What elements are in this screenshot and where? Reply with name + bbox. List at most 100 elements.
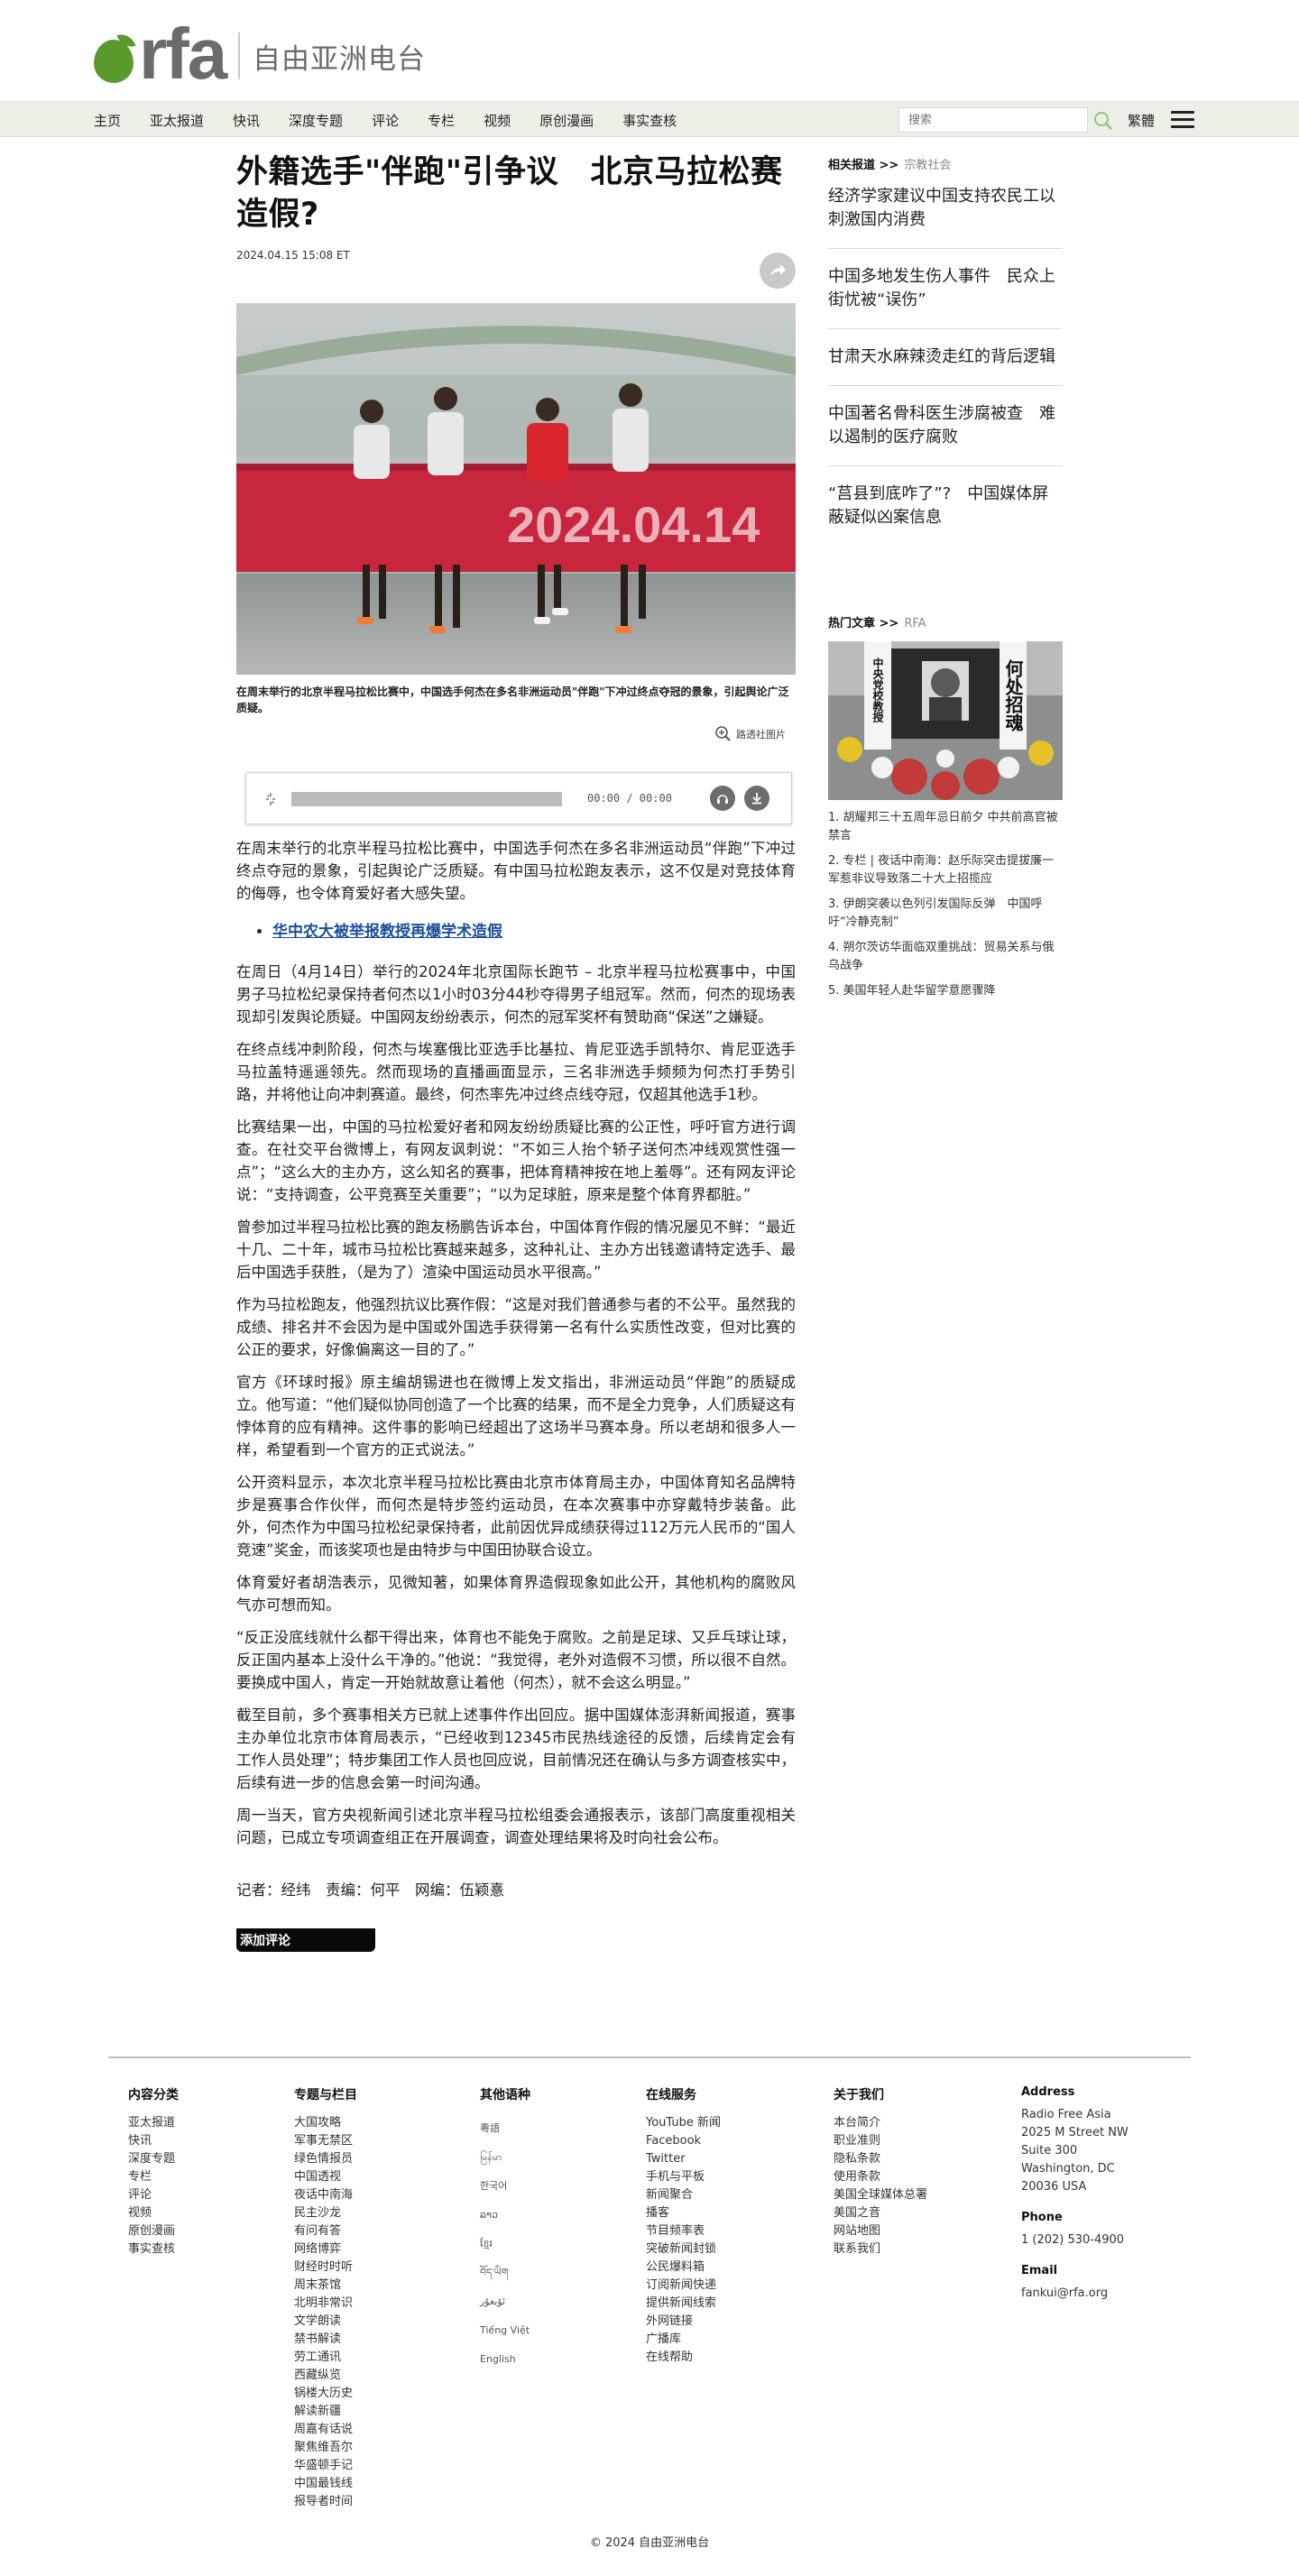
related-reports-tag[interactable]: 宗教社会 (904, 159, 951, 172)
footer-link[interactable]: 公民爆料箱 (646, 2259, 721, 2277)
footer-link[interactable]: 原创漫画 (128, 2222, 179, 2240)
footer-link[interactable]: 隐私条款 (834, 2150, 927, 2168)
audio-progress-bar[interactable] (291, 792, 562, 806)
footer-link[interactable]: 周末茶馆 (294, 2277, 357, 2295)
footer-link[interactable]: 事实查核 (128, 2240, 179, 2259)
footer-link[interactable]: 周嘉有话说 (294, 2421, 357, 2439)
footer-link[interactable]: 评论 (128, 2186, 179, 2204)
nav-item[interactable]: 专栏 (428, 111, 455, 130)
footer-link[interactable]: 中国最钱线 (294, 2475, 357, 2493)
share-button[interactable] (760, 253, 796, 289)
footer-link[interactable]: 军事无禁区 (294, 2132, 357, 2150)
footer-link[interactable]: བོད་ཡིག (480, 2259, 530, 2287)
popular-article-link[interactable]: 5. 美国年轻人赴华留学意愿骤降 (828, 982, 1063, 1000)
footer-link[interactable]: Twitter (646, 2150, 721, 2168)
footer-link[interactable]: YouTube 新闻 (646, 2114, 721, 2132)
footer-link[interactable]: Facebook (646, 2132, 721, 2150)
footer-link[interactable]: Tiếng Việt (480, 2316, 530, 2345)
footer-link[interactable]: 订阅新闻快递 (646, 2277, 721, 2295)
footer-link[interactable]: 聚焦维吾尔 (294, 2439, 357, 2457)
footer-link[interactable]: 美国全球媒体总署 (834, 2186, 927, 2204)
nav-item[interactable]: 快讯 (233, 111, 260, 130)
footer-link[interactable]: 粵語 (480, 2114, 530, 2143)
footer-link[interactable]: 绿色情报员 (294, 2150, 357, 2168)
footer-link[interactable]: 한국어 (480, 2172, 530, 2201)
footer-link[interactable]: 北明非常识 (294, 2295, 357, 2313)
footer-link[interactable]: 民主沙龙 (294, 2204, 357, 2222)
footer-link[interactable]: 专栏 (128, 2168, 179, 2186)
related-report-link[interactable]: 经济学家建议中国支持农民工以刺激国内消费 (828, 185, 1063, 249)
footer-link[interactable]: 网站地图 (834, 2222, 927, 2240)
footer-link[interactable]: 网络博弈 (294, 2240, 357, 2259)
footer-link[interactable]: 突破新闻封锁 (646, 2240, 721, 2259)
add-comment-button[interactable]: 添加评论 (236, 1928, 375, 1952)
site-logo[interactable]: rfa 自由亚洲电台 (92, 18, 426, 90)
footer-link[interactable]: 视频 (128, 2204, 179, 2222)
hamburger-menu-icon[interactable] (1171, 111, 1194, 131)
footer-link[interactable]: 快讯 (128, 2132, 179, 2150)
footer-link[interactable]: 节目频率表 (646, 2222, 721, 2240)
footer-link[interactable]: 提供新闻线索 (646, 2295, 721, 2313)
popular-articles-tag[interactable]: RFA (904, 617, 926, 630)
popular-articles-title[interactable]: 热门文章 >> (828, 617, 898, 630)
footer-link[interactable]: 禁书解读 (294, 2331, 357, 2349)
footer-link[interactable]: 亚太报道 (128, 2114, 179, 2132)
related-report-link[interactable]: “莒县到底咋了”? 中国媒体屏蔽疑似凶案信息 (828, 483, 1063, 546)
traditional-chinese-toggle[interactable]: 繁體 (1128, 111, 1155, 130)
search-button[interactable] (1092, 109, 1115, 133)
zoom-photo-link[interactable]: 路透社图片 (714, 725, 786, 743)
email-address[interactable]: fankui@rfa.org (1021, 2285, 1129, 2303)
footer-link[interactable]: 职业准则 (834, 2132, 927, 2150)
nav-item[interactable]: 主页 (94, 111, 121, 130)
popular-article-link[interactable]: 4. 朔尔茨访华面临双重挑战：贸易关系与俄乌战争 (828, 939, 1063, 975)
nav-item[interactable]: 深度专题 (289, 111, 343, 130)
footer-link[interactable]: ខ្មែរ (480, 2230, 530, 2259)
nav-item[interactable]: 原创漫画 (539, 111, 594, 130)
footer-link[interactable]: 本台简介 (834, 2114, 927, 2132)
footer-link[interactable]: ລາວ (480, 2201, 530, 2230)
footer-link[interactable]: မြန်မာ (480, 2143, 530, 2172)
footer-link[interactable]: 使用条款 (834, 2168, 927, 2186)
footer-link[interactable]: ئۇيغۇر (480, 2287, 530, 2316)
footer-link[interactable]: 锅楼大历史 (294, 2385, 357, 2403)
search-input[interactable] (898, 107, 1088, 133)
related-reports-title[interactable]: 相关报道 >> (828, 159, 898, 172)
footer-link[interactable]: 有问有答 (294, 2222, 357, 2240)
footer-link[interactable]: 广播库 (646, 2331, 721, 2349)
audio-loading-icon[interactable] (264, 791, 277, 807)
nav-item[interactable]: 评论 (372, 111, 399, 130)
footer-link[interactable]: 西藏纵览 (294, 2367, 357, 2385)
popular-article-link[interactable]: 1. 胡耀邦三十五周年忌日前夕 中共前高官被禁言 (828, 809, 1063, 845)
footer-link[interactable]: 劳工通讯 (294, 2349, 357, 2367)
popular-article-link[interactable]: 2. 专栏 | 夜话中南海：赵乐际突击提拔廉一军惹非议导致落二十大上招揽应 (828, 852, 1063, 888)
related-report-link[interactable]: 甘肃天水麻辣烫走红的背后逻辑 (828, 345, 1063, 386)
footer-link[interactable]: 联系我们 (834, 2240, 927, 2259)
footer-link[interactable]: English (480, 2345, 530, 2374)
podcast-button[interactable] (710, 786, 735, 811)
footer-link[interactable]: 文学朗读 (294, 2313, 357, 2331)
phone-number[interactable]: 1 (202) 530-4900 (1021, 2231, 1129, 2249)
nav-item[interactable]: 视频 (484, 111, 511, 130)
footer-link[interactable]: 美国之音 (834, 2204, 927, 2222)
article-photo[interactable]: 2024.04.14 (236, 303, 796, 675)
footer-link[interactable]: 在线帮助 (646, 2349, 721, 2367)
related-report-link[interactable]: 中国多地发生伤人事件 民众上街忧被“误伤” (828, 265, 1063, 329)
footer-link[interactable]: 中国透视 (294, 2168, 357, 2186)
nav-item[interactable]: 事实查核 (622, 111, 677, 130)
related-report-link[interactable]: 中国著名骨科医生涉腐被查 难以遏制的医疗腐败 (828, 402, 1063, 466)
footer-link[interactable]: 夜话中南海 (294, 2186, 357, 2204)
footer-link[interactable]: 深度专题 (128, 2150, 179, 2168)
footer-link[interactable]: 播客 (646, 2204, 721, 2222)
footer-link[interactable]: 解读新疆 (294, 2403, 357, 2421)
footer-link[interactable]: 华盛顿手记 (294, 2457, 357, 2475)
inline-related-link[interactable]: 华中农大被举报教授再爆学术造假 (272, 923, 502, 941)
footer-link[interactable]: 外网链接 (646, 2313, 721, 2331)
download-button[interactable] (744, 786, 769, 811)
nav-item[interactable]: 亚太报道 (150, 111, 204, 130)
popular-article-link[interactable]: 3. 伊朗突袭以色列引发国际反弹 中国呼吁“冷静克制” (828, 896, 1063, 932)
footer-link[interactable]: 手机与平板 (646, 2168, 721, 2186)
footer-link[interactable]: 大国攻略 (294, 2114, 357, 2132)
footer-link[interactable]: 财经时时听 (294, 2259, 357, 2277)
footer-link[interactable]: 报导者时间 (294, 2493, 357, 2511)
footer-link[interactable]: 新闻聚合 (646, 2186, 721, 2204)
